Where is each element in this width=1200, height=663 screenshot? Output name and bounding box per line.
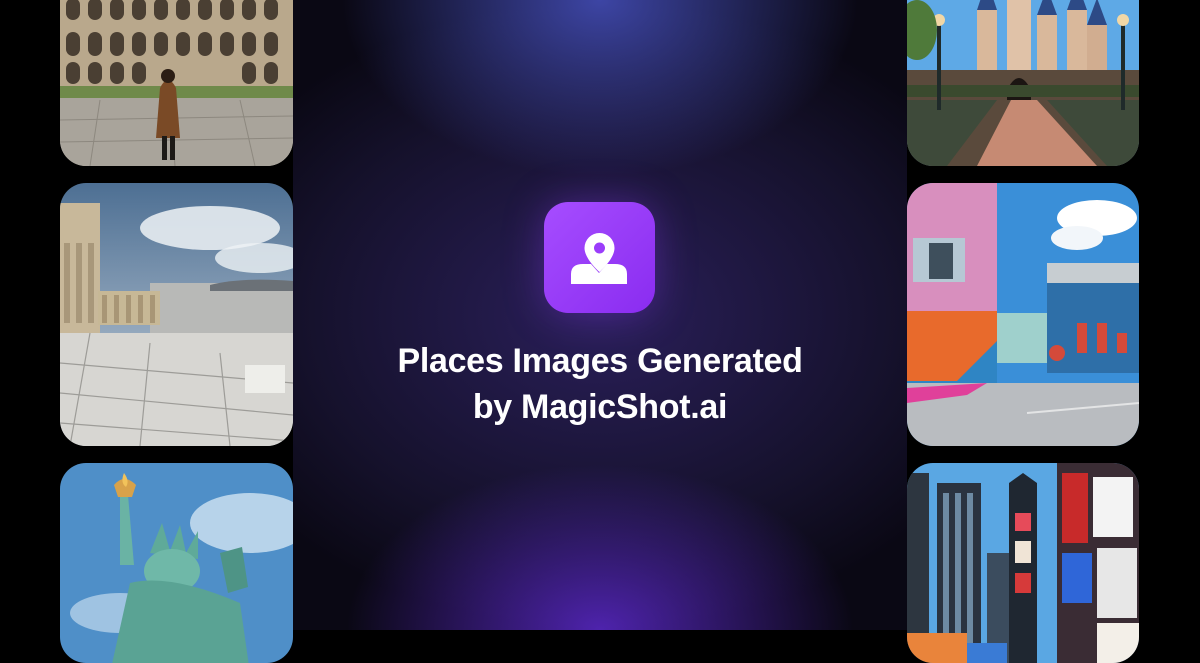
headline: Places Images Generated by MagicShot.ai [300, 338, 900, 430]
tile-colosseum [60, 0, 293, 166]
statue-of-liberty-image [60, 463, 293, 663]
tile-times-square [907, 463, 1139, 663]
map-pin-user-icon [571, 233, 627, 284]
headline-line-2: by MagicShot.ai [472, 388, 728, 426]
times-square-image [907, 463, 1139, 663]
street-image [907, 183, 1139, 446]
castle-image [907, 0, 1139, 166]
tile-statue-of-liberty [60, 463, 293, 663]
app-icon [544, 202, 655, 313]
tile-acropolis [60, 183, 293, 446]
center-gradient-background [293, 0, 907, 630]
acropolis-image [60, 183, 293, 446]
tile-colorful-street [907, 183, 1139, 446]
headline-line-1: Places Images Generated [397, 342, 803, 380]
colosseum-image [60, 0, 293, 166]
tile-fairytale-castle [907, 0, 1139, 166]
